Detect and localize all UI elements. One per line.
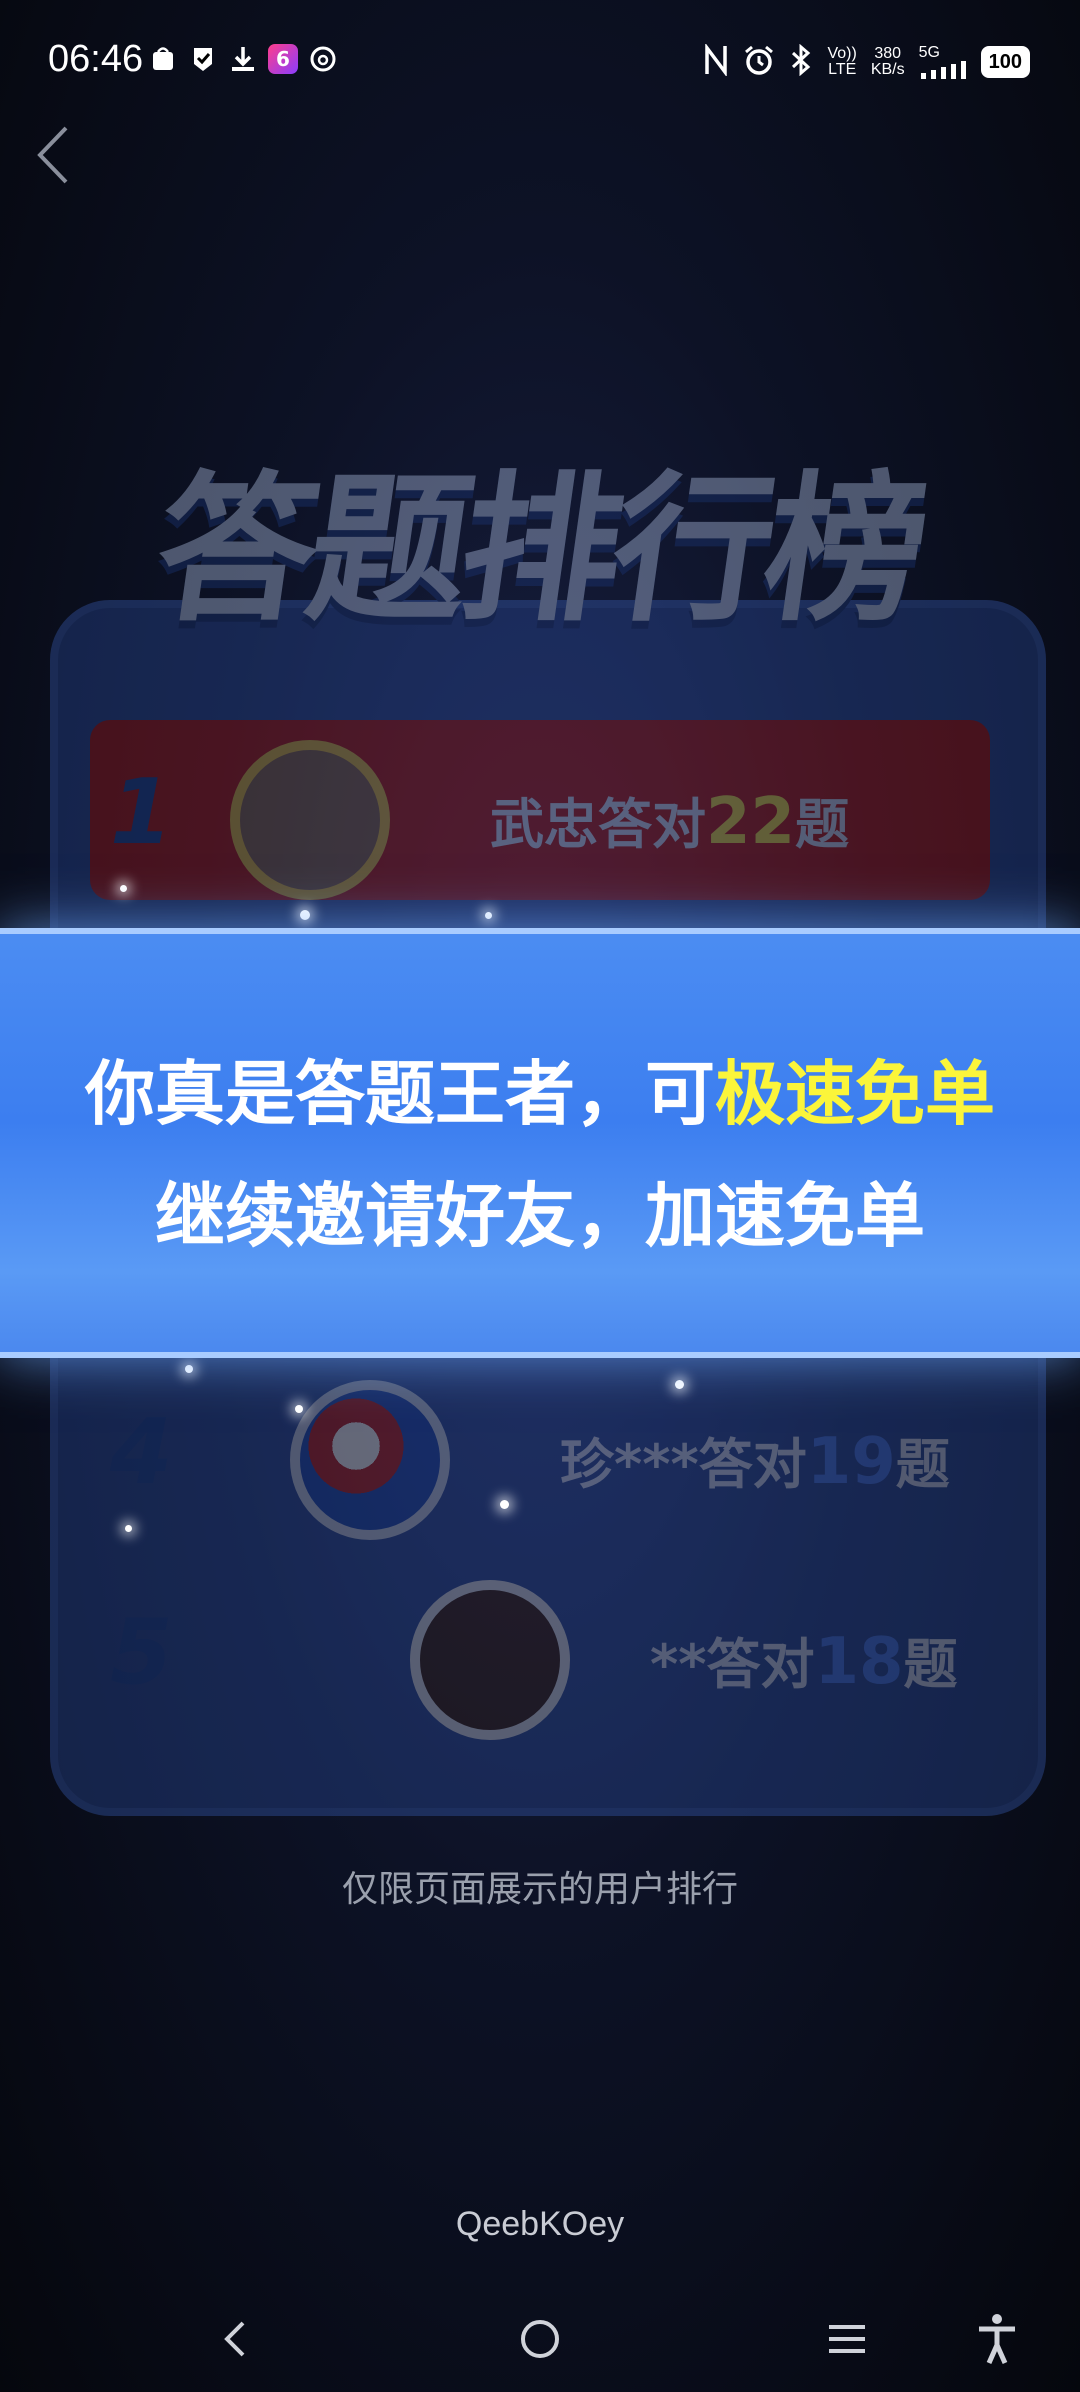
row-text: 珍***答对19题 [560,1425,950,1499]
nfc-icon [703,42,729,80]
battery-indicator: 100 [980,46,1030,78]
network-speed: 380 KB/s [870,45,905,78]
avatar [230,740,390,900]
avatar [410,1580,570,1740]
sparkle [185,1365,193,1373]
sparkle [485,912,492,919]
sparkle [500,1500,509,1509]
bluetooth-icon [789,43,813,80]
alarm-icon [743,44,775,80]
leaderboard-row: 4 珍***答对19题 [90,1360,990,1540]
app-6-icon: 6 [268,44,298,74]
status-bar: 06:46 6 Vo)) LTE 380 KB/s 5G 100 [0,0,1080,120]
watermark: QeebKOey [455,2205,625,2243]
congrats-banner[interactable]: 你真是答题王者，可极速免单 继续邀请好友，加速免单 [0,928,1080,1358]
chevron-left-icon [37,126,68,184]
banner-subline: 继续邀请好友，加速免单 [155,1175,925,1257]
navigation-bar [0,2290,1080,2392]
rank-number: 4 [110,1400,173,1505]
shield-check-icon [188,44,218,74]
row-text: 武忠答对22题 [490,785,850,859]
notification-icons: 6 [148,44,338,74]
back-icon [224,2321,245,2357]
home-icon [521,2320,559,2358]
back-button[interactable] [30,120,80,190]
shopping-icon [148,44,178,74]
leaderboard-title: 答题排行榜 [144,456,932,643]
row-text: **答对18题 [650,1625,958,1699]
sparkle [675,1380,684,1389]
leaderboard-row: 5 **答对18题 [90,1560,990,1740]
nav-accessibility-button[interactable] [962,2304,1032,2374]
banner-headline: 你真是答题王者，可极速免单 [85,1053,995,1135]
clock: 06:46 [48,38,144,80]
download-icon [228,44,258,74]
sparkle [125,1525,132,1532]
leaderboard-row: 1 武忠答对22题 [90,720,990,900]
nav-home-button[interactable] [505,2304,575,2374]
accessibility-icon [979,2314,1015,2365]
sparkle [295,1405,303,1413]
rank-number: 1 [110,760,173,865]
nav-back-button[interactable] [200,2304,270,2374]
nav-recents-button[interactable] [812,2304,882,2374]
signal-icon: 5G [919,45,967,79]
sparkle [300,910,310,920]
avatar [290,1380,450,1540]
system-status-icons: Vo)) LTE 380 KB/s 5G 100 [703,42,1030,80]
menu-icon [829,2325,865,2353]
volte-indicator: Vo)) LTE [827,45,857,78]
sparkle [120,885,127,892]
threads-icon [308,44,338,74]
highlight-text: 极速免单 [715,1053,995,1135]
ranking-hint: 仅限页面展示的用户排行 [341,1869,738,1910]
rank-number: 5 [110,1600,173,1705]
